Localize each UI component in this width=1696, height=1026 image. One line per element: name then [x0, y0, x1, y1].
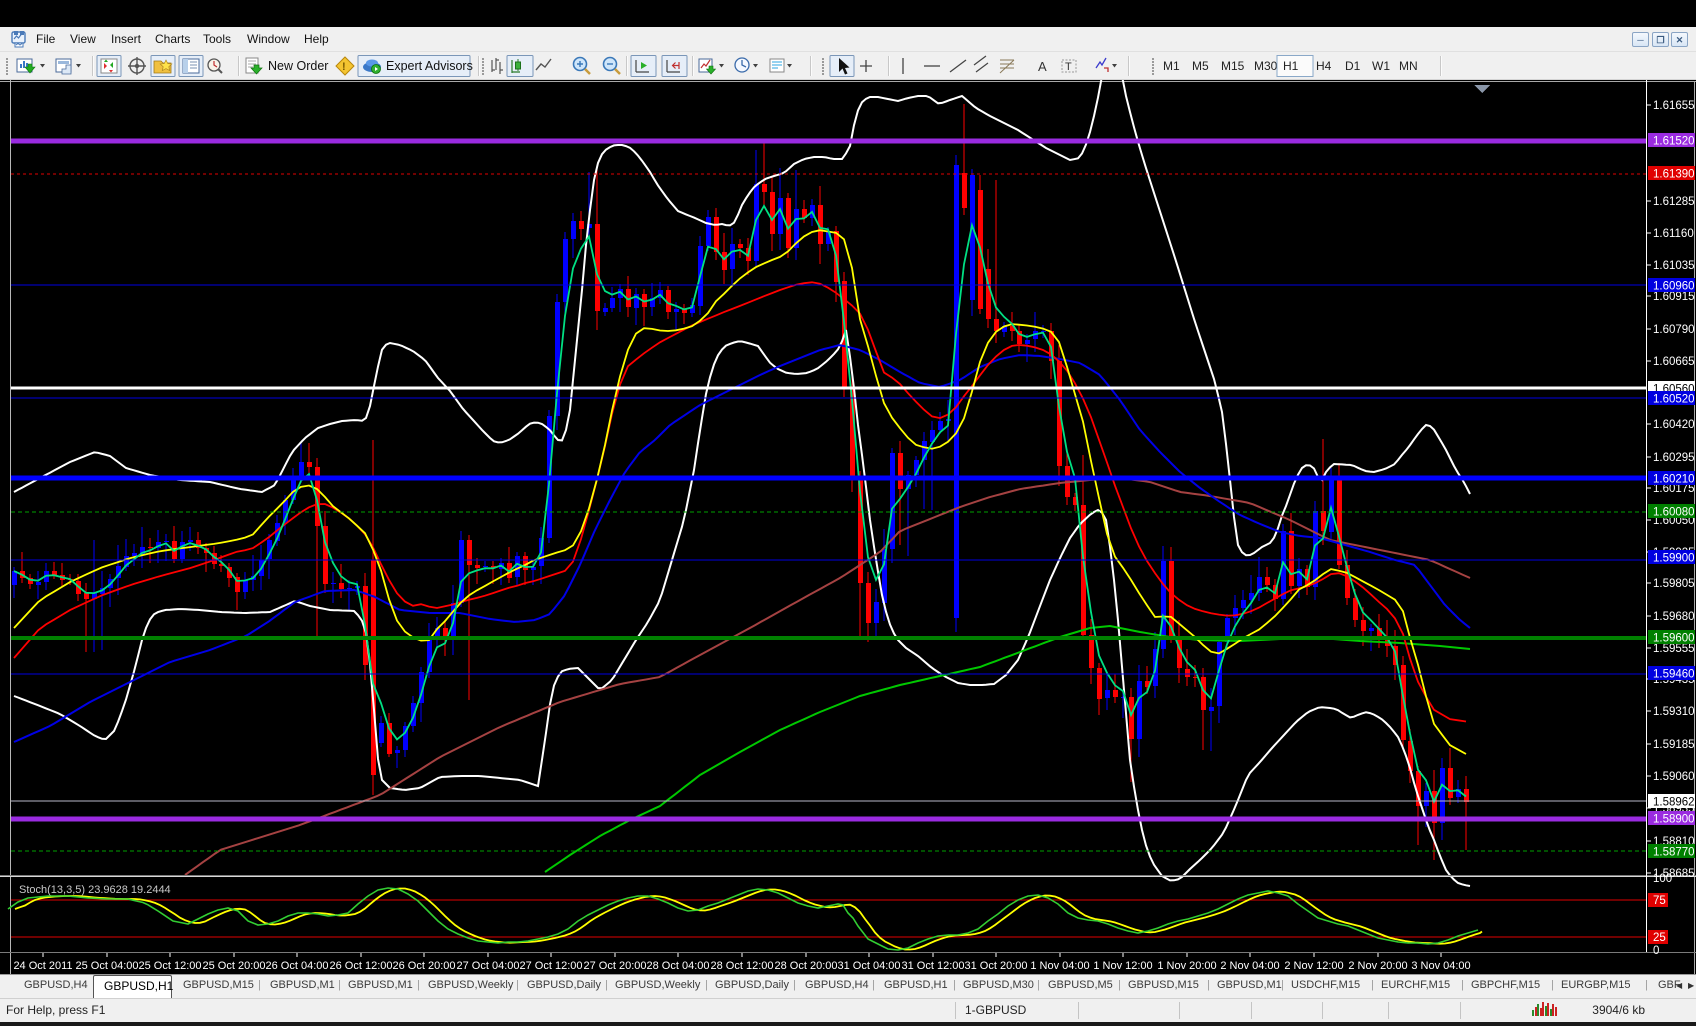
svg-text:1.61035: 1.61035	[1653, 260, 1695, 272]
svg-text:28 Oct 20:00: 28 Oct 20:00	[775, 960, 838, 972]
svg-text:1.60080: 1.60080	[1653, 507, 1695, 519]
svg-text:1.59460: 1.59460	[1653, 669, 1695, 681]
svg-text:M1: M1	[1163, 59, 1180, 73]
svg-text:1.61655: 1.61655	[1653, 100, 1695, 112]
svg-text:1.59185: 1.59185	[1653, 739, 1695, 751]
svg-text:H1: H1	[1283, 59, 1299, 73]
svg-text:1.60520: 1.60520	[1653, 394, 1695, 406]
svg-text:Stoch(13,3,5) 23.9628 19.2444: Stoch(13,3,5) 23.9628 19.2444	[19, 884, 171, 896]
svg-text:1.60665: 1.60665	[1653, 356, 1695, 368]
svg-text:3 Nov 04:00: 3 Nov 04:00	[1411, 960, 1470, 972]
svg-text:31 Oct 04:00: 31 Oct 04:00	[838, 960, 901, 972]
svg-text:W1: W1	[1372, 59, 1390, 73]
svg-text:75: 75	[1653, 895, 1666, 907]
svg-text:T: T	[1065, 61, 1072, 73]
svg-text:25 Oct 20:00: 25 Oct 20:00	[203, 960, 266, 972]
svg-text:25 Oct 04:00: 25 Oct 04:00	[76, 960, 139, 972]
svg-text:26 Oct 12:00: 26 Oct 12:00	[330, 960, 393, 972]
svg-text:MN: MN	[1399, 59, 1418, 73]
svg-text:26 Oct 20:00: 26 Oct 20:00	[393, 960, 456, 972]
svg-text:1.59555: 1.59555	[1653, 643, 1695, 655]
svg-text:27 Oct 04:00: 27 Oct 04:00	[457, 960, 520, 972]
svg-text:A: A	[1038, 59, 1047, 74]
svg-text:New Order: New Order	[268, 59, 328, 73]
svg-text:28 Oct 12:00: 28 Oct 12:00	[711, 960, 774, 972]
svg-text:2 Nov 12:00: 2 Nov 12:00	[1284, 960, 1343, 972]
svg-text:1.59900: 1.59900	[1653, 553, 1695, 565]
svg-text:1.61520: 1.61520	[1653, 136, 1695, 148]
svg-text:27 Oct 12:00: 27 Oct 12:00	[520, 960, 583, 972]
svg-text:1 Nov 20:00: 1 Nov 20:00	[1157, 960, 1216, 972]
svg-text:2 Nov 04:00: 2 Nov 04:00	[1220, 960, 1279, 972]
svg-text:1.59805: 1.59805	[1653, 578, 1695, 590]
svg-text:1.59680: 1.59680	[1653, 611, 1695, 623]
svg-text:1.60210: 1.60210	[1653, 474, 1695, 486]
svg-text:1.58962: 1.58962	[1653, 797, 1695, 809]
svg-text:1.60420: 1.60420	[1653, 419, 1695, 431]
svg-text:28 Oct 04:00: 28 Oct 04:00	[647, 960, 710, 972]
svg-text:1.60915: 1.60915	[1653, 291, 1695, 303]
svg-text:25 Oct 12:00: 25 Oct 12:00	[139, 960, 202, 972]
svg-text:M5: M5	[1192, 59, 1209, 73]
svg-text:25: 25	[1653, 932, 1666, 944]
svg-text:1.61160: 1.61160	[1653, 228, 1694, 240]
svg-text:M15: M15	[1221, 59, 1245, 73]
svg-text:1 Nov 12:00: 1 Nov 12:00	[1093, 960, 1152, 972]
svg-text:1.59310: 1.59310	[1653, 706, 1695, 718]
svg-text:1.59060: 1.59060	[1653, 771, 1695, 783]
svg-text:24 Oct 2011: 24 Oct 2011	[13, 960, 72, 972]
svg-text:1.60295: 1.60295	[1653, 452, 1695, 464]
svg-text:27 Oct 20:00: 27 Oct 20:00	[584, 960, 647, 972]
svg-text:D1: D1	[1345, 59, 1361, 73]
svg-text:1.61390: 1.61390	[1653, 169, 1695, 181]
svg-text:0: 0	[1653, 945, 1659, 957]
svg-text:26 Oct 04:00: 26 Oct 04:00	[266, 960, 329, 972]
svg-text:1.61285: 1.61285	[1653, 196, 1695, 208]
svg-text:1.60790: 1.60790	[1653, 324, 1695, 336]
svg-text:M30: M30	[1254, 59, 1278, 73]
svg-text:31 Oct 20:00: 31 Oct 20:00	[965, 960, 1028, 972]
svg-text:31 Oct 12:00: 31 Oct 12:00	[902, 960, 965, 972]
svg-text:1.58900: 1.58900	[1653, 814, 1695, 826]
svg-text:H4: H4	[1316, 59, 1332, 73]
svg-text:1.59600: 1.59600	[1653, 633, 1695, 645]
svg-text:Expert Advisors: Expert Advisors	[386, 59, 473, 73]
svg-text:!: !	[342, 61, 346, 73]
svg-text:1.60960: 1.60960	[1653, 281, 1695, 293]
svg-text:100: 100	[1653, 873, 1672, 885]
svg-text:2 Nov 20:00: 2 Nov 20:00	[1348, 960, 1407, 972]
svg-text:1.58770: 1.58770	[1653, 847, 1695, 859]
svg-text:1 Nov 04:00: 1 Nov 04:00	[1030, 960, 1089, 972]
